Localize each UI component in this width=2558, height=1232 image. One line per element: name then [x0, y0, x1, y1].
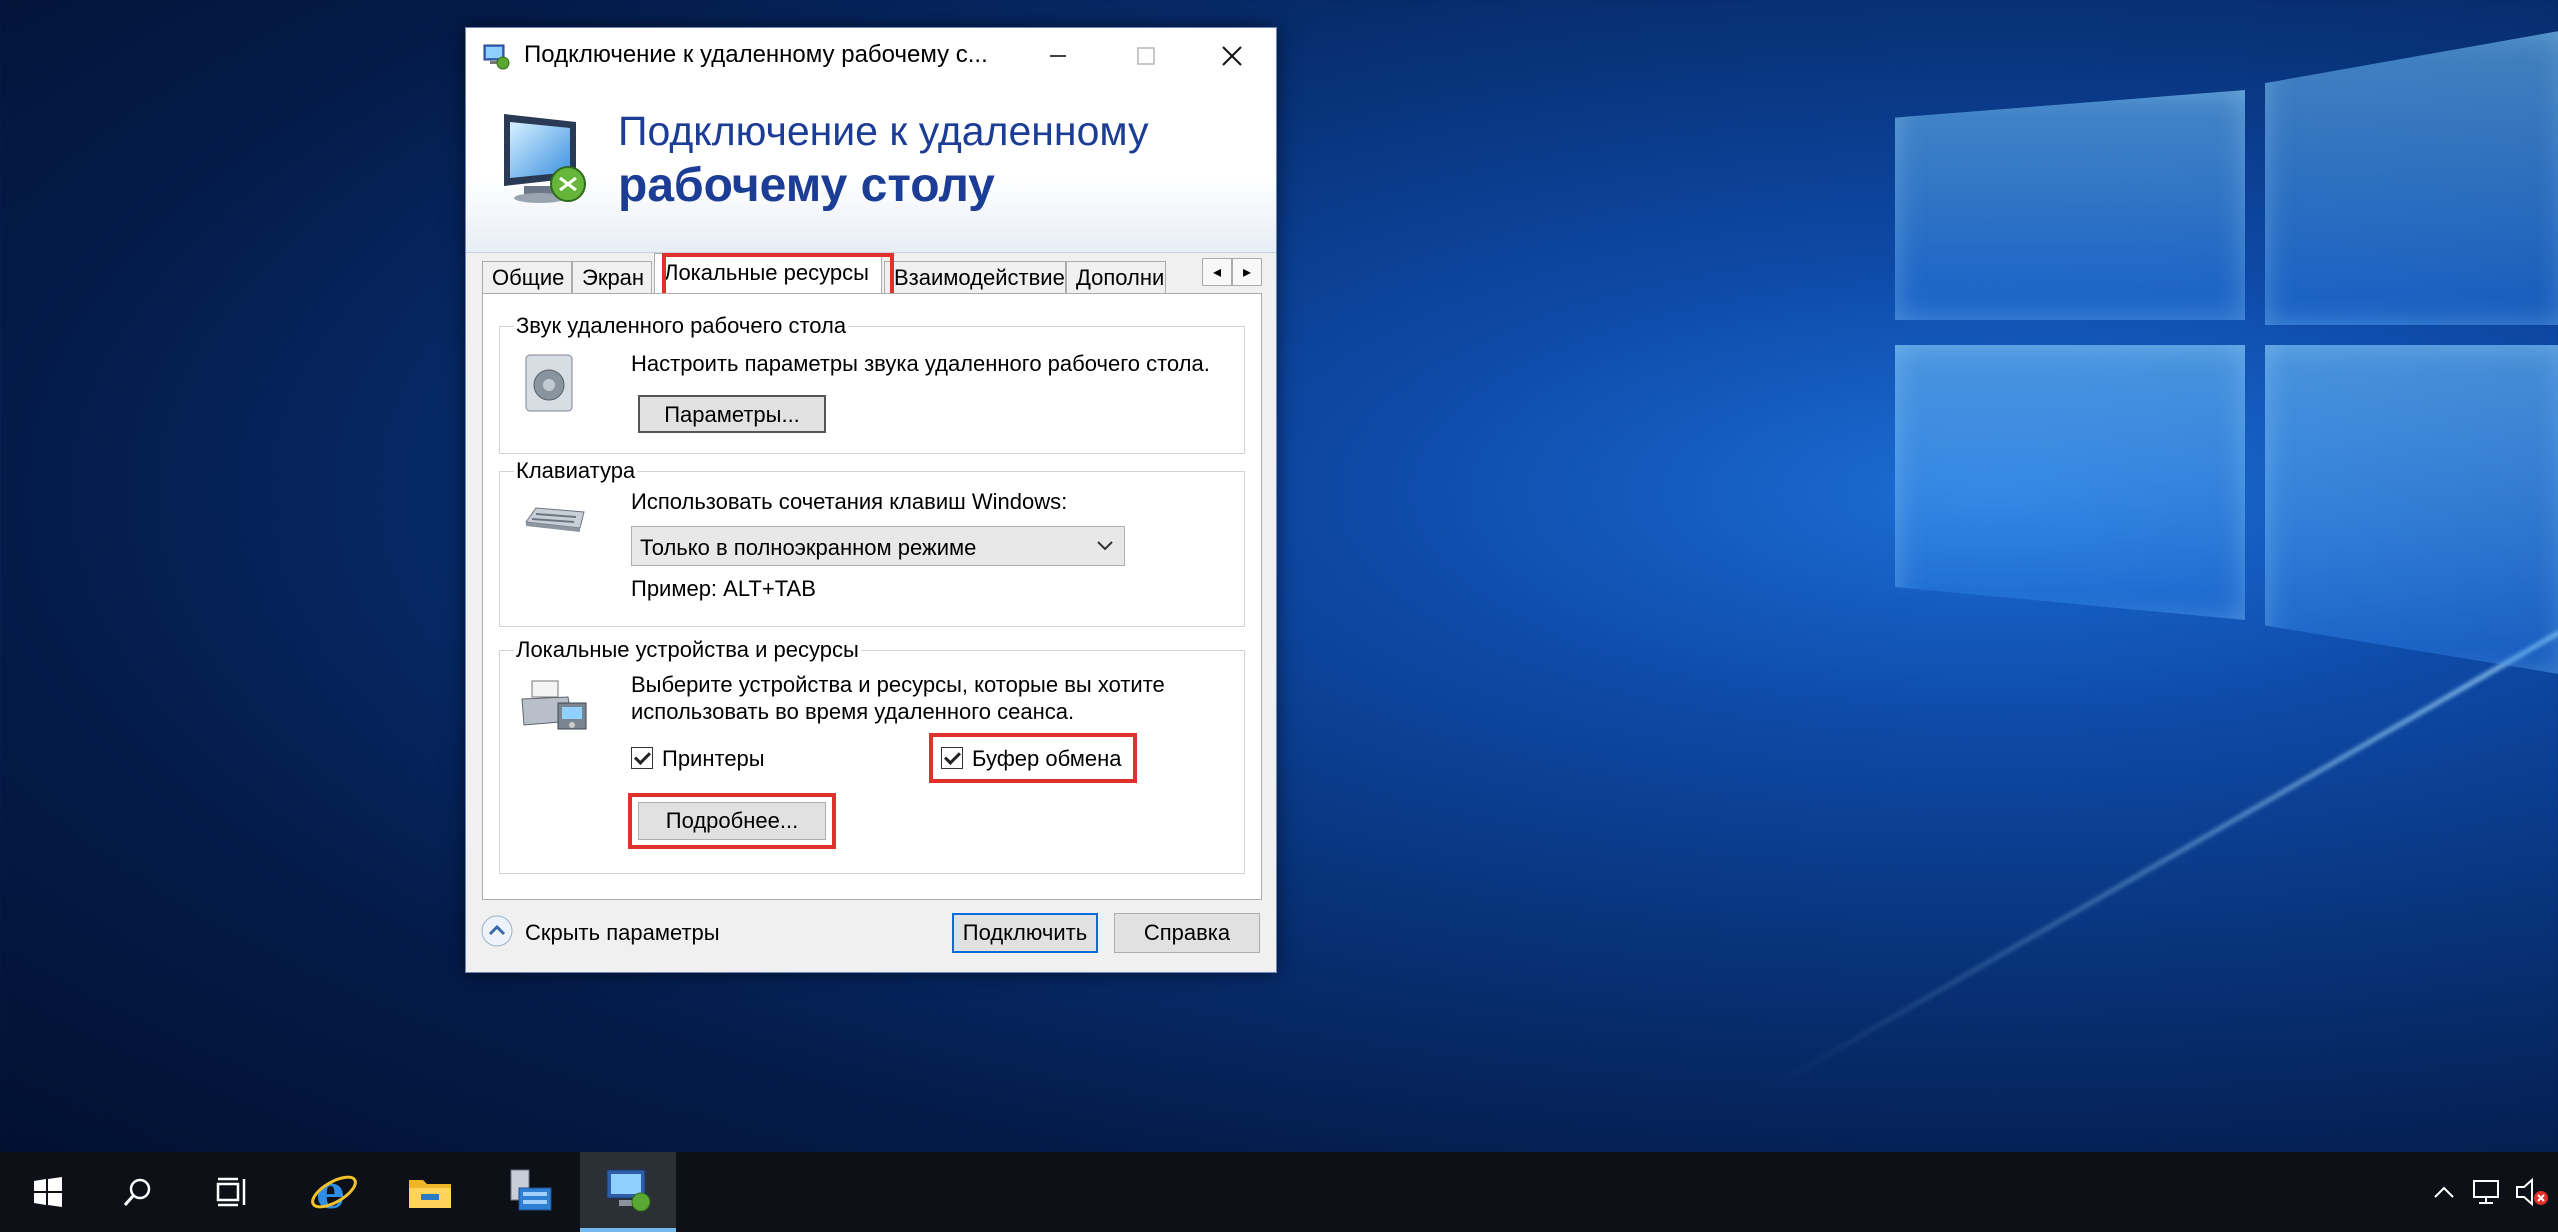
- network-icon: [2473, 1180, 2499, 1204]
- taskbar-internet-explorer[interactable]: e: [286, 1152, 382, 1232]
- remote-desktop-icon: [606, 1169, 651, 1212]
- wallpaper-logo-pane: [1895, 345, 2245, 620]
- taskbar: e: [0, 1152, 2558, 1232]
- sound-description: Настроить параметры звука удаленного раб…: [631, 351, 1210, 376]
- wallpaper-logo-pane: [1895, 90, 2245, 320]
- connect-button[interactable]: Подключить: [952, 913, 1098, 953]
- printers-label[interactable]: Принтеры: [662, 746, 765, 772]
- network-status-button[interactable]: [2466, 1152, 2506, 1232]
- keyboard-example: Пример: ALT+TAB: [631, 576, 816, 601]
- tab-scroll-left-button[interactable]: ◂: [1202, 258, 1232, 286]
- server-manager-icon: [510, 1169, 552, 1211]
- banner-title-line2: рабочему столу: [618, 159, 995, 212]
- keyboard-shortcuts-label: Использовать сочетания клавиш Windows:: [631, 489, 1068, 514]
- maximize-button: [1102, 28, 1190, 84]
- taskbar-server-manager[interactable]: [482, 1152, 578, 1232]
- file-explorer-icon: [409, 1180, 451, 1208]
- search-button[interactable]: [90, 1152, 186, 1232]
- wallpaper-light-beam: [1779, 630, 2558, 1084]
- printers-checkbox[interactable]: [631, 747, 653, 769]
- chevron-left-icon: ◂: [1212, 264, 1222, 281]
- hide-options-link[interactable]: Скрыть параметры: [525, 920, 720, 946]
- taskbar-file-explorer[interactable]: [382, 1152, 478, 1232]
- tab-advanced[interactable]: Дополни: [1066, 261, 1166, 293]
- volume-button[interactable]: [2510, 1152, 2554, 1232]
- start-button[interactable]: [0, 1152, 96, 1232]
- highlight-more-button: [628, 793, 836, 849]
- svg-text:e: e: [316, 1166, 345, 1218]
- help-button[interactable]: Справка: [1114, 913, 1260, 953]
- tab-general[interactable]: Общие: [482, 261, 572, 293]
- group-title: Клавиатура: [514, 458, 638, 484]
- minimize-button[interactable]: [1014, 28, 1102, 84]
- keyboard-icon: [525, 507, 585, 532]
- speaker-icon: [525, 354, 573, 412]
- remote-desktop-monitor-icon: [504, 114, 586, 203]
- tab-experience[interactable]: Взаимодействие: [884, 261, 1066, 293]
- keyboard-mode-value: Только в полноэкранном режиме: [640, 535, 977, 560]
- close-button[interactable]: [1188, 28, 1276, 84]
- windows-start-icon: [34, 1177, 62, 1207]
- desktop-wallpaper: [1779, 0, 2558, 1084]
- devices-description-line1: Выберите устройства и ресурсы, которые в…: [631, 672, 1165, 697]
- maximize-icon: [1137, 47, 1155, 65]
- volume-muted-icon: [2516, 1177, 2548, 1207]
- wallpaper-logo-pane: [2265, 30, 2558, 325]
- tab-display[interactable]: Экран: [572, 261, 652, 293]
- audio-settings-button[interactable]: Параметры...: [638, 395, 826, 433]
- rdp-app-icon: [483, 44, 510, 70]
- taskbar-remote-desktop[interactable]: [580, 1152, 676, 1232]
- group-remote-audio: Звук удаленного рабочего стола Настроить…: [499, 313, 1245, 454]
- chevron-up-icon: [2434, 1186, 2454, 1198]
- search-icon: [123, 1178, 151, 1206]
- tab-panel-local-resources: Звук удаленного рабочего стола Настроить…: [482, 293, 1262, 900]
- group-title: Звук удаленного рабочего стола: [514, 313, 849, 339]
- window-title: Подключение к удаленному рабочему с...: [524, 41, 988, 68]
- wallpaper-logo-pane: [2265, 345, 2558, 675]
- banner-title-line1: Подключение к удаленному: [618, 108, 1149, 154]
- rdp-dialog: Подключение к удаленному рабочему с... П…: [465, 27, 1277, 973]
- chevron-down-icon: [1097, 541, 1113, 551]
- minimize-icon: [1050, 55, 1066, 57]
- group-local-devices: Локальные устройства и ресурсы Выберите …: [499, 637, 1245, 874]
- printer-devices-icon: [521, 680, 587, 730]
- devices-description-line2: использовать во время удаленного сеанса.: [631, 699, 1075, 724]
- chevron-right-icon: ▸: [1242, 264, 1252, 281]
- keyboard-mode-select[interactable]: Только в полноэкранном режиме: [631, 526, 1125, 566]
- task-view-button[interactable]: [184, 1152, 280, 1232]
- internet-explorer-icon: e: [311, 1166, 357, 1218]
- tab-scroll-right-button[interactable]: ▸: [1232, 258, 1262, 286]
- task-view-icon: [216, 1177, 246, 1207]
- group-title: Локальные устройства и ресурсы: [514, 637, 861, 663]
- collapse-options-icon[interactable]: [480, 914, 514, 948]
- title-bar[interactable]: Подключение к удаленному рабочему с...: [466, 28, 1276, 84]
- dialog-banner: Подключение к удаленному рабочему столу: [466, 84, 1276, 253]
- show-hidden-icons-button[interactable]: [2424, 1152, 2464, 1232]
- highlight-clipboard: [929, 733, 1137, 783]
- group-keyboard: Клавиатура Использовать сочетания клавиш…: [499, 458, 1245, 627]
- close-icon: [1222, 46, 1242, 66]
